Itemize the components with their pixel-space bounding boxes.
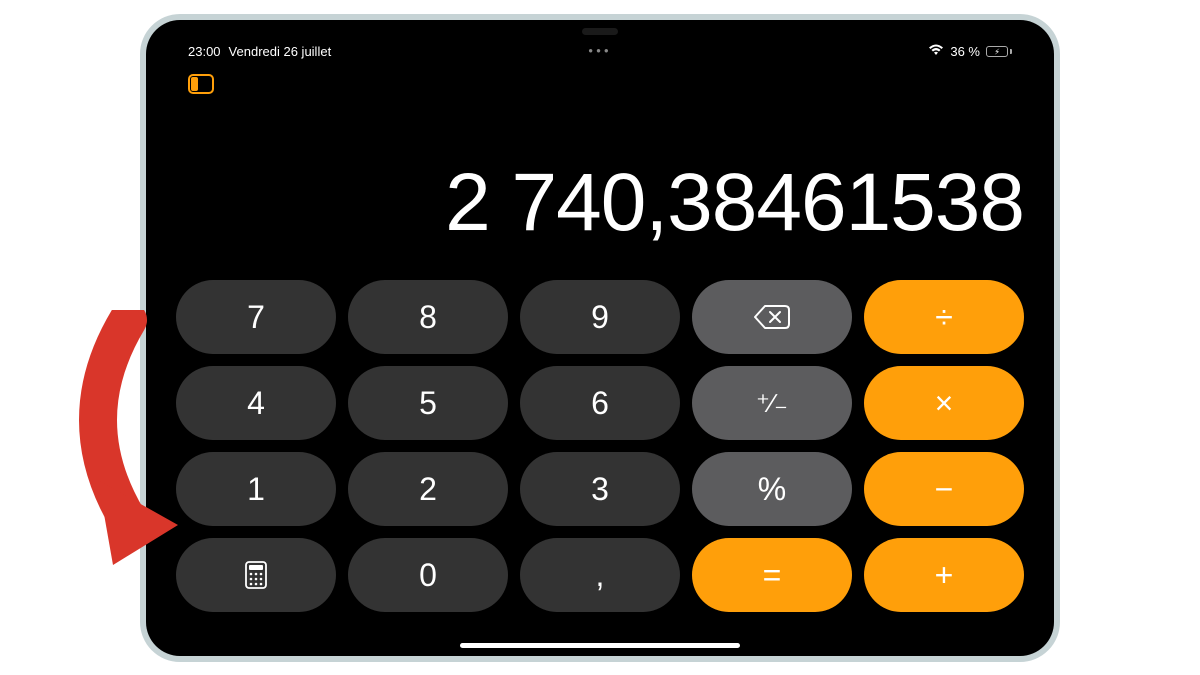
battery-icon: ⚡︎ [986, 46, 1012, 57]
key-7[interactable]: 7 [176, 280, 336, 354]
key-2[interactable]: 2 [348, 452, 508, 526]
wifi-icon [928, 44, 944, 59]
key-4[interactable]: 4 [176, 366, 336, 440]
key-0[interactable]: 0 [348, 538, 508, 612]
multitask-dots-icon[interactable]: ●●● [588, 46, 612, 55]
key-divide[interactable]: ÷ [864, 280, 1024, 354]
key-8[interactable]: 8 [348, 280, 508, 354]
display-area: 2 740,38461538 [176, 90, 1024, 260]
key-6[interactable]: 6 [520, 366, 680, 440]
key-percent[interactable]: % [692, 452, 852, 526]
keypad: 7 8 9 ÷ 4 5 6 ⁺∕₋ × 1 2 3 % − [176, 280, 1024, 612]
screen: 23:00 Vendredi 26 juillet 36 % ⚡︎ ●●● [146, 20, 1054, 656]
key-plus-minus[interactable]: ⁺∕₋ [692, 366, 852, 440]
key-backspace[interactable] [692, 280, 852, 354]
key-1[interactable]: 1 [176, 452, 336, 526]
home-indicator[interactable] [460, 643, 740, 648]
key-multiply[interactable]: × [864, 366, 1024, 440]
key-3[interactable]: 3 [520, 452, 680, 526]
battery-text: 36 % [950, 44, 980, 59]
calculator-icon [245, 561, 267, 589]
key-plus[interactable]: + [864, 538, 1024, 612]
key-9[interactable]: 9 [520, 280, 680, 354]
display-value: 2 740,38461538 [445, 156, 1024, 250]
ipad-frame: 23:00 Vendredi 26 juillet 36 % ⚡︎ ●●● [140, 14, 1060, 662]
key-minus[interactable]: − [864, 452, 1024, 526]
status-time: 23:00 [188, 44, 221, 59]
backspace-icon [753, 304, 791, 330]
key-equals[interactable]: = [692, 538, 852, 612]
front-camera [582, 28, 618, 35]
status-date: Vendredi 26 juillet [229, 44, 332, 59]
key-5[interactable]: 5 [348, 366, 508, 440]
key-decimal[interactable]: , [520, 538, 680, 612]
key-calculator-mode[interactable] [176, 538, 336, 612]
